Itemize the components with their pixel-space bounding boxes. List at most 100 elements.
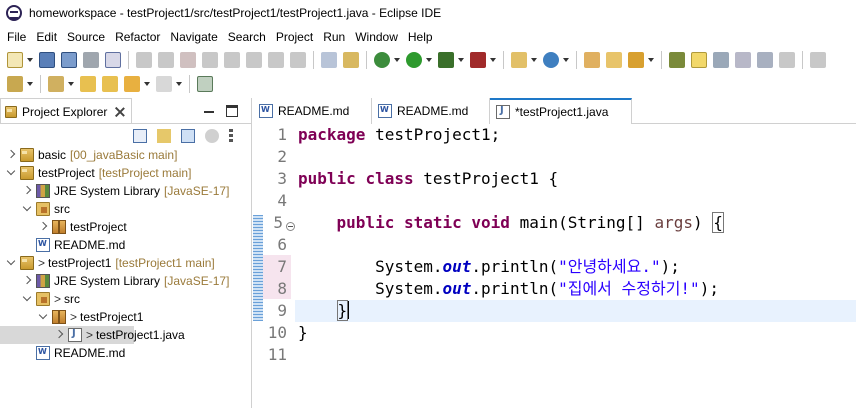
run-dropdown-icon[interactable] [425, 52, 433, 68]
collapse-icon[interactable] [38, 312, 48, 322]
expand-icon[interactable] [22, 276, 32, 286]
coverage-icon[interactable] [321, 51, 337, 68]
toggle-block-selection-icon[interactable] [713, 51, 729, 68]
tree-item-package[interactable]: > testProject1 [0, 308, 252, 326]
previous-edit-location-icon[interactable] [80, 75, 96, 92]
tree-item-java-file[interactable]: > testProject1.java [0, 326, 185, 344]
terminate-icon[interactable] [180, 51, 196, 68]
next-annotation-icon[interactable] [669, 51, 685, 68]
open-task-icon[interactable] [584, 51, 600, 68]
code-line[interactable]: } [298, 300, 350, 322]
tree-item-src[interactable]: src [0, 200, 252, 218]
fold-collapse-icon[interactable] [286, 222, 295, 231]
maximize-icon[interactable] [226, 105, 238, 117]
tree-item-readme[interactable]: README.md [0, 236, 252, 254]
new-icon[interactable] [7, 51, 23, 68]
open-perspective-icon[interactable] [197, 75, 213, 92]
print-icon[interactable] [83, 51, 99, 68]
debug-dropdown-icon[interactable] [393, 52, 401, 68]
menu-run[interactable]: Run [318, 27, 350, 47]
new-class-dropdown-icon[interactable] [562, 52, 570, 68]
external-tools-icon[interactable] [470, 51, 486, 68]
pin-icon[interactable] [48, 75, 64, 92]
menu-window[interactable]: Window [350, 27, 403, 47]
forward-dropdown-icon[interactable] [175, 76, 183, 92]
more-icon[interactable] [810, 51, 826, 68]
toggle-mark-occurrences-icon[interactable] [691, 51, 707, 68]
tree-item-testproject[interactable]: testProject [testProject main] [0, 164, 252, 182]
pin-dropdown-icon[interactable] [67, 76, 75, 92]
filter-icon[interactable] [181, 129, 195, 143]
editor-tab-readme[interactable]: README.md [372, 98, 490, 124]
project-explorer-tab[interactable]: Project Explorer [0, 98, 132, 124]
forward-arrow-icon[interactable] [156, 75, 172, 92]
editor-tab-readme[interactable]: README.md [253, 98, 372, 124]
code-line[interactable]: } [298, 322, 308, 344]
collapse-all-icon[interactable] [133, 129, 147, 143]
tree-item-src[interactable]: > src [0, 290, 252, 308]
step-into-icon[interactable] [224, 51, 240, 68]
save-all-icon[interactable] [61, 51, 77, 68]
next-edit-dropdown-icon[interactable] [26, 76, 34, 92]
code-line[interactable]: package testProject1; [298, 124, 500, 146]
minimize-icon[interactable] [203, 105, 215, 117]
run-coverage-icon[interactable] [438, 51, 454, 68]
drop-to-frame-icon[interactable] [290, 51, 306, 68]
pen-icon[interactable] [628, 51, 644, 68]
word-wrap-icon[interactable] [757, 51, 773, 68]
tree-item-jre-library[interactable]: JRE System Library [JavaSE-17] [0, 182, 252, 200]
menu-refactor[interactable]: Refactor [110, 27, 165, 47]
link-with-editor-icon[interactable] [157, 129, 171, 143]
step-over-icon[interactable] [246, 51, 262, 68]
debug-icon[interactable] [374, 51, 390, 68]
code-line[interactable]: public class testProject1 { [298, 168, 558, 190]
collapse-icon[interactable] [6, 168, 16, 178]
collapse-icon[interactable] [22, 294, 32, 304]
open-type-icon[interactable] [105, 51, 121, 68]
external-tools-dropdown-icon[interactable] [489, 52, 497, 68]
expand-icon[interactable] [54, 330, 64, 340]
menu-help[interactable]: Help [403, 27, 438, 47]
coverage-dropdown-icon[interactable] [457, 52, 465, 68]
tree-item-readme[interactable]: README.md [0, 344, 252, 362]
menu-file[interactable]: File [2, 27, 31, 47]
new-java-project-icon[interactable] [511, 51, 527, 68]
tree-item-basic[interactable]: basic [00_javaBasic main] [0, 146, 252, 164]
next-edit-icon[interactable] [7, 75, 23, 92]
pilcrow-icon[interactable] [779, 51, 795, 68]
collapse-icon[interactable] [22, 204, 32, 214]
step-return-icon[interactable] [268, 51, 284, 68]
editor-tab-java[interactable]: *testProject1.java [490, 98, 632, 124]
resume-icon[interactable] [136, 51, 152, 68]
show-whitespace-icon[interactable] [735, 51, 751, 68]
expand-icon[interactable] [6, 150, 16, 160]
run-icon[interactable] [406, 51, 422, 68]
next-edit-location-icon[interactable] [102, 75, 118, 92]
menu-search[interactable]: Search [223, 27, 271, 47]
open-folder-icon[interactable] [606, 51, 622, 68]
focus-icon[interactable] [205, 129, 219, 143]
menu-source[interactable]: Source [62, 27, 110, 47]
disconnect-icon[interactable] [202, 51, 218, 68]
code-line[interactable]: System.out.println("안녕하세요."); [298, 256, 680, 278]
new-class-icon[interactable] [543, 51, 559, 68]
menu-edit[interactable]: Edit [31, 27, 62, 47]
toggle-breakpoint-icon[interactable] [343, 51, 359, 68]
close-icon[interactable] [115, 107, 125, 117]
collapse-icon[interactable] [6, 258, 16, 268]
code-line[interactable]: System.out.println("집에서 수정하기!"); [298, 278, 719, 300]
expand-icon[interactable] [38, 222, 48, 232]
tree-item-package[interactable]: testProject [0, 218, 252, 236]
new-dropdown-icon[interactable] [26, 52, 34, 68]
back-dropdown-icon[interactable] [143, 76, 151, 92]
code-line[interactable]: public static void main(String[] args) { [298, 212, 724, 234]
view-menu-icon[interactable] [229, 129, 233, 143]
save-icon[interactable] [39, 51, 55, 68]
menu-project[interactable]: Project [271, 27, 318, 47]
expand-icon[interactable] [22, 186, 32, 196]
menu-navigate[interactable]: Navigate [165, 27, 222, 47]
new-java-project-dropdown-icon[interactable] [530, 52, 538, 68]
tree-item-testproject1[interactable]: > testProject1 [testProject1 main] [0, 254, 252, 272]
pen-dropdown-icon[interactable] [647, 52, 655, 68]
back-arrow-icon[interactable] [124, 75, 140, 92]
